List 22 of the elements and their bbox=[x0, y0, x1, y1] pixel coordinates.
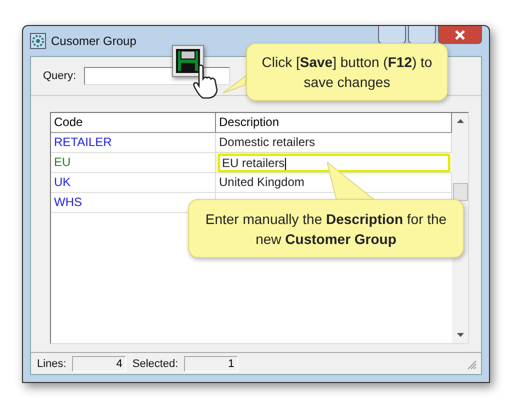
close-button[interactable] bbox=[438, 26, 482, 44]
callout-tooltip: Click [Save] button (F12) to save changes bbox=[246, 43, 448, 101]
callout-tail-tooltip bbox=[223, 73, 247, 95]
scroll-thumb[interactable] bbox=[452, 183, 468, 201]
code-cell: EU bbox=[51, 153, 216, 172]
selected-count: 1 bbox=[184, 356, 238, 372]
scroll-down-icon[interactable] bbox=[456, 333, 464, 337]
description-input-field[interactable]: EU retailers bbox=[218, 154, 450, 172]
close-icon[interactable] bbox=[454, 30, 466, 40]
save-button[interactable] bbox=[172, 45, 204, 77]
query-label: Query: bbox=[43, 70, 76, 82]
window-title: Cusomer Group bbox=[51, 34, 136, 48]
maximize-button[interactable] bbox=[408, 26, 436, 44]
lines-count: 4 bbox=[72, 356, 126, 372]
app-icon bbox=[30, 33, 46, 49]
minimize-button[interactable] bbox=[378, 26, 406, 44]
selected-label: Selected: bbox=[132, 358, 178, 370]
code-cell: RETAILER bbox=[51, 133, 216, 152]
scroll-up-icon[interactable] bbox=[456, 119, 464, 123]
resize-grip-icon[interactable] bbox=[465, 358, 477, 370]
code-cell: UK bbox=[51, 173, 216, 192]
lines-label: Lines: bbox=[37, 358, 66, 370]
